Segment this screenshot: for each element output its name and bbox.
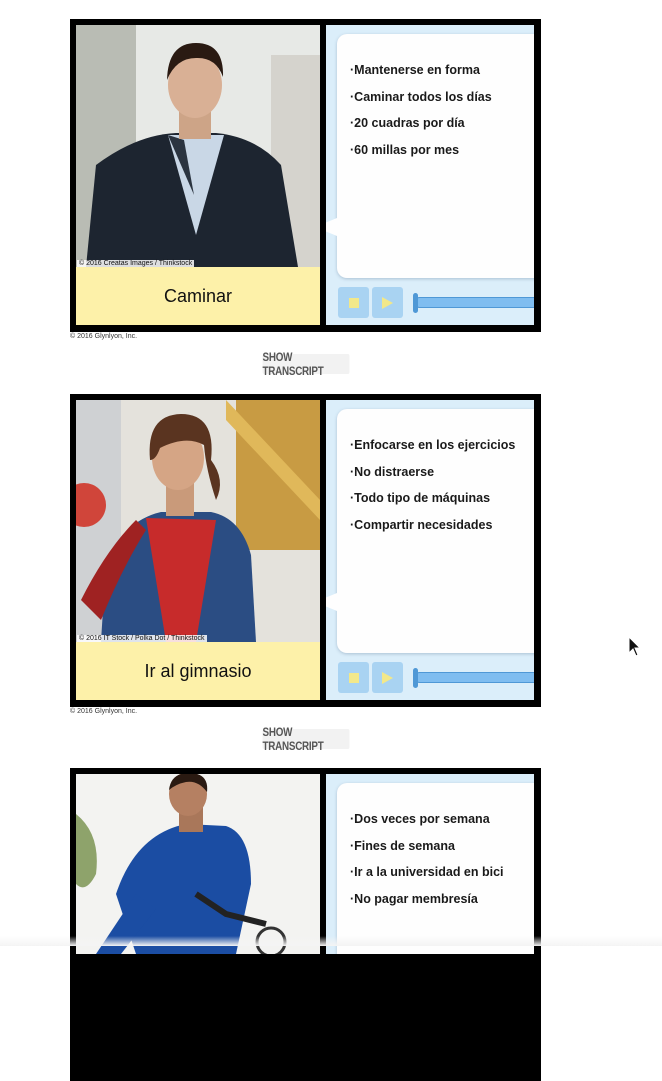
bottom-fade xyxy=(0,936,662,946)
audio-progress-slider[interactable] xyxy=(413,668,534,688)
mouse-pointer-icon xyxy=(628,636,642,657)
speech-bubble-tail xyxy=(326,218,337,236)
list-item: ·Todo tipo de máquinas xyxy=(350,491,491,505)
stop-icon xyxy=(348,297,359,308)
audio-panel: ·Mantenerse en forma ·Caminar todos los … xyxy=(326,25,534,325)
list-item: ·Ir a la universidad en bici xyxy=(350,865,504,879)
play-button[interactable] xyxy=(372,287,403,318)
list-item: ·Caminar todos los días xyxy=(350,89,492,104)
list-item: ·Enfocarse en los ejercicios xyxy=(350,438,516,452)
stop-icon xyxy=(348,672,359,683)
audio-panel: ·Enfocarse en los ejercicios ·No distrae… xyxy=(326,400,534,700)
audio-progress-slider[interactable] xyxy=(413,293,534,313)
list-item: ·Compartir necesidades xyxy=(350,517,493,532)
show-transcript-button[interactable]: SHOW TRANSCRIPT xyxy=(262,350,350,378)
play-icon xyxy=(382,671,393,684)
audio-panel: ·Dos veces por semana ·Fines de semana ·… xyxy=(326,774,534,954)
copyright-notice: © 2016 Glynlyon, Inc. xyxy=(70,708,138,715)
bullet-list: ·Enfocarse en los ejercicios ·No distrae… xyxy=(350,438,515,544)
speech-bubble-tail xyxy=(326,593,337,611)
audio-controls xyxy=(338,662,534,694)
stop-button[interactable] xyxy=(338,662,369,693)
play-button[interactable] xyxy=(372,662,403,693)
photo-credit: © 2016 Creatas Images / Thinkstock xyxy=(77,260,195,267)
list-item: ·No pagar membresía xyxy=(350,891,478,906)
list-item: ·20 cuadras por día xyxy=(350,116,465,130)
photo-man-in-suit: © 2016 Creatas Images / Thinkstock xyxy=(76,25,320,267)
speech-bubble: ·Enfocarse en los ejercicios ·No distrae… xyxy=(326,409,534,653)
play-icon xyxy=(382,296,393,309)
list-item: ·Fines de semana xyxy=(350,838,455,853)
photo-credit: © 2016 IT Stock / Polka Dot / Thinkstock xyxy=(77,635,207,642)
list-item: ·No distraerse xyxy=(350,464,435,479)
list-item: ·Dos veces por semana xyxy=(350,812,490,826)
flashcard-ir-al-gimnasio: © 2016 IT Stock / Polka Dot / Thinkstock… xyxy=(70,394,541,707)
copyright-notice: © 2016 Glynlyon, Inc. xyxy=(70,333,138,340)
slider-handle[interactable] xyxy=(413,293,418,313)
show-transcript-button[interactable]: SHOW TRANSCRIPT xyxy=(262,725,350,753)
audio-controls xyxy=(338,287,534,319)
bullet-list: ·Dos veces por semana ·Fines de semana ·… xyxy=(350,812,504,918)
flashcard-bicycle: ·Dos veces por semana ·Fines de semana ·… xyxy=(70,768,541,1081)
list-item: ·Mantenerse en forma xyxy=(350,63,480,77)
speech-bubble: ·Mantenerse en forma ·Caminar todos los … xyxy=(326,34,534,278)
card-title: Caminar xyxy=(76,267,320,325)
speech-bubble: ·Dos veces por semana ·Fines de semana ·… xyxy=(337,783,534,954)
photo-man-on-bicycle xyxy=(76,774,320,954)
flashcard-caminar: © 2016 Creatas Images / Thinkstock Camin… xyxy=(70,19,541,332)
slider-handle[interactable] xyxy=(413,668,418,688)
list-item: ·60 millas por mes xyxy=(350,142,460,157)
card-title: Ir al gimnasio xyxy=(76,642,320,700)
stop-button[interactable] xyxy=(338,287,369,318)
photo-woman-with-bag: © 2016 IT Stock / Polka Dot / Thinkstock xyxy=(76,400,320,642)
bullet-list: ·Mantenerse en forma ·Caminar todos los … xyxy=(350,63,492,169)
